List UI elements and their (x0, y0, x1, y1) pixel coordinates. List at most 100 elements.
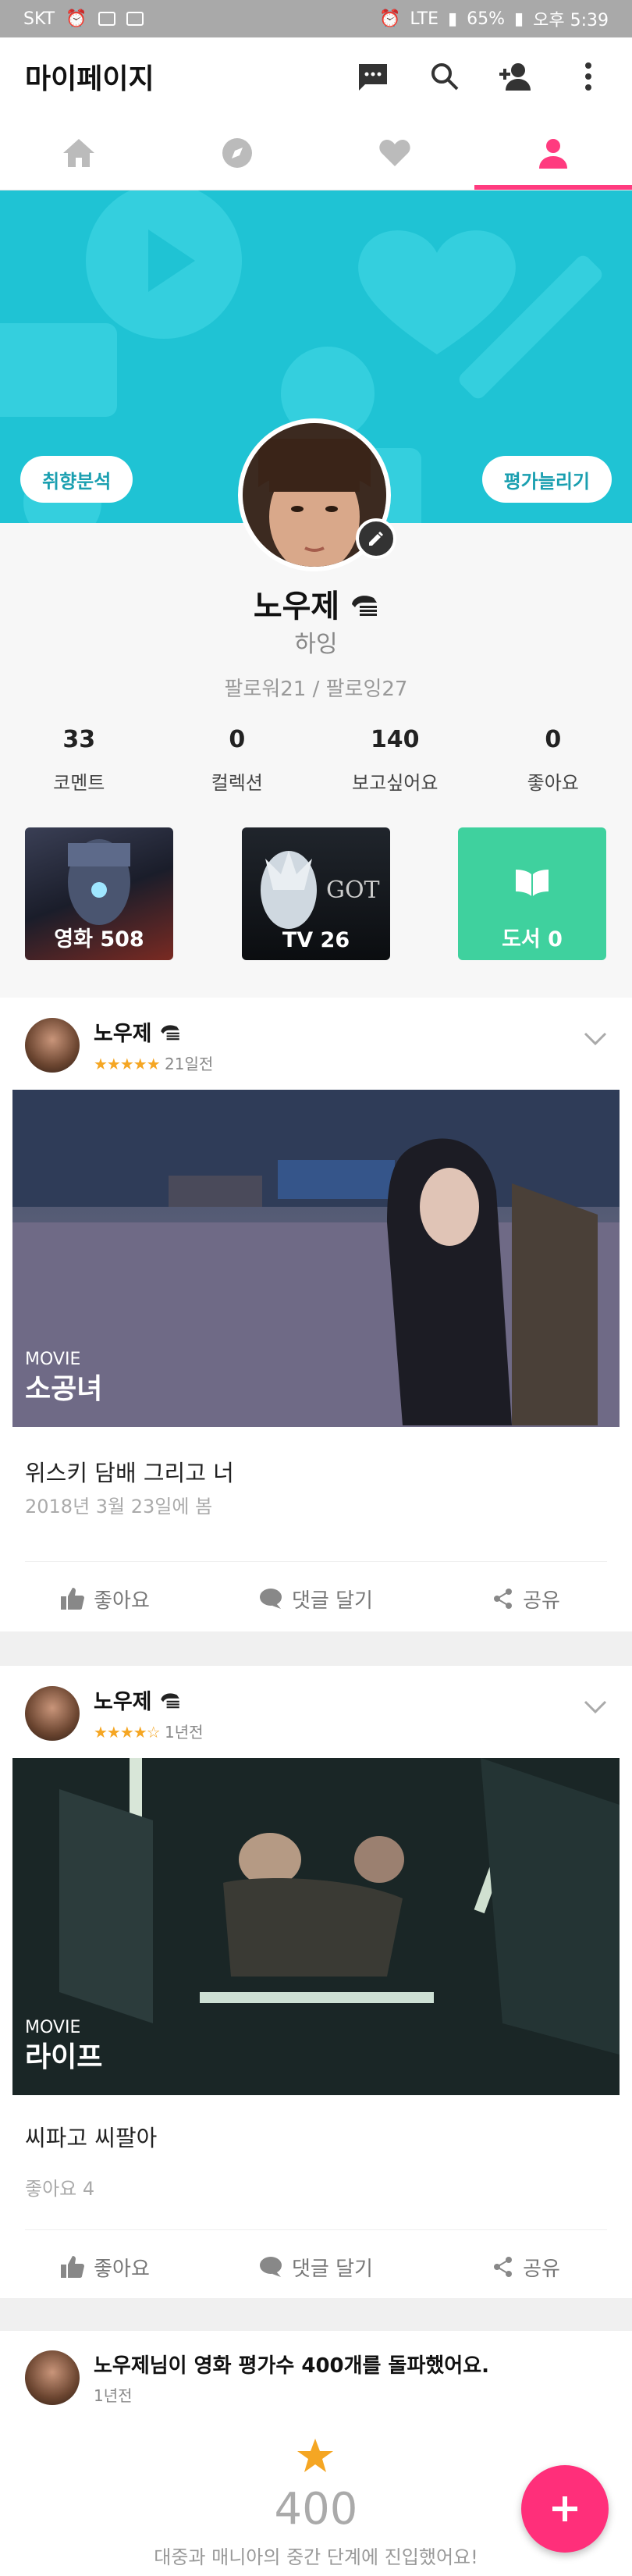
like-button[interactable]: 좋아요 (0, 1585, 211, 1614)
card-header: 노우제 ★★★★☆ 1년전 (25, 1685, 204, 1742)
profile-bio: 하잉 (294, 631, 338, 658)
movie-tile[interactable]: 영화 508 (25, 827, 173, 960)
card-actions: 좋아요 댓글 달기 공유 (0, 1567, 632, 1630)
carrier-label: SKT (23, 9, 55, 29)
pencil-icon (369, 532, 383, 546)
chat-icon[interactable] (354, 58, 392, 95)
stat-number: 0 (229, 726, 246, 753)
user-name[interactable]: 노우제 (94, 1022, 152, 1046)
like-count[interactable]: 좋아요 4 (25, 2173, 94, 2201)
battery-label: 65% (467, 9, 505, 29)
star-icon (297, 2439, 333, 2472)
post-time: 1년전 (94, 2386, 133, 2405)
watched-date: 2018년 3월 23일에 봄 (25, 1496, 213, 1517)
user-name[interactable]: 노우제 (94, 1690, 152, 1714)
stat-label: 좋아요 (527, 772, 579, 794)
alarm-icon: ⏰ (379, 9, 401, 29)
comment-text: 씨파고 씨팔아 (25, 2125, 158, 2151)
movie-tile-label: 영화 508 (54, 927, 144, 952)
share-button[interactable]: 공유 (421, 1585, 632, 1614)
chevron-down-icon[interactable] (584, 1032, 607, 1046)
time-label: 오후 5:39 (533, 11, 609, 30)
thumbs-up-icon (61, 1588, 85, 1610)
tab-bar (0, 116, 632, 190)
edit-profile-button[interactable] (356, 518, 396, 559)
add-button[interactable] (521, 2465, 609, 2553)
stat-collections[interactable]: 0 컬렉션 (158, 726, 317, 795)
card-header: 노우제 ★★★★★ 21일전 (25, 1016, 213, 1074)
share-icon (494, 2257, 513, 2277)
badge-icon (161, 1693, 179, 1709)
post-time: 1년전 (165, 1723, 204, 1742)
book-tile[interactable]: 도서 0 (458, 827, 606, 960)
activity-card-1: 노우제 ★★★★★ 21일전 MOVIE 소공녀 위스키 담배 그리고 너 20… (0, 998, 632, 1631)
add-friend-icon[interactable] (498, 58, 535, 95)
stat-likes[interactable]: 0 좋아요 (474, 726, 632, 795)
movie-still[interactable]: MOVIE 라이프 (12, 1758, 620, 2095)
tab-home[interactable] (0, 116, 158, 190)
follow-counts[interactable]: 팔로워21 / 팔로잉27 (0, 673, 632, 702)
add-ratings-button[interactable]: 평가늘리기 (481, 456, 612, 503)
badge-icon (352, 596, 378, 616)
media-title: 소공녀 (25, 1373, 103, 1405)
stat-number: 0 (545, 726, 562, 753)
milestone-text: 노우제님이 영화 평가수 400개를 돌파했어요. (94, 2354, 489, 2378)
movie-still-art (12, 1758, 620, 2095)
comment-label: 댓글 달기 (292, 1589, 373, 1613)
comment-button[interactable]: 댓글 달기 (211, 2253, 421, 2282)
comment-text: 위스키 담배 그리고 너 (25, 1460, 234, 1486)
profile-name-row: 노우제 (0, 581, 632, 626)
search-icon[interactable] (426, 58, 463, 95)
battery-icon: ▮ (514, 9, 524, 29)
share-label: 공유 (523, 1589, 560, 1613)
status-bar: SKT ⏰ ⏰ LTE ▮ 65% ▮ 오후 5:39 (0, 0, 632, 37)
avatar[interactable] (25, 1686, 80, 1741)
avatar[interactable] (25, 1018, 80, 1073)
divider (25, 2229, 607, 2230)
tv-poster-logo: GOT (326, 877, 380, 904)
home-icon (63, 138, 95, 167)
comment-label: 댓글 달기 (292, 2257, 373, 2281)
network-label: LTE (410, 9, 438, 29)
message-icon (126, 12, 144, 26)
stat-wishlist[interactable]: 140 보고싶어요 (316, 726, 474, 795)
stat-comments[interactable]: 33 코멘트 (0, 726, 158, 795)
activity-card-2: 노우제 ★★★★☆ 1년전 MOVIE 라이프 씨파고 씨팔아 좋아요 4 좋아… (0, 1666, 632, 2298)
comment-button[interactable]: 댓글 달기 (211, 1585, 421, 1614)
movie-still[interactable]: MOVIE 소공녀 (12, 1090, 620, 1427)
speech-bubble-icon (260, 1589, 282, 1609)
card-header: 노우제님이 영화 평가수 400개를 돌파했어요. 1년전 (25, 2350, 489, 2406)
taste-analysis-button[interactable]: 취향분석 (20, 456, 133, 503)
tv-tile[interactable]: GOT TV 26 (242, 827, 390, 960)
card-actions: 좋아요 댓글 달기 공유 (0, 2236, 632, 2298)
movie-still-art (12, 1090, 620, 1427)
share-button[interactable]: 공유 (421, 2253, 632, 2282)
signal-icon: ▮ (447, 9, 458, 29)
more-icon[interactable] (570, 58, 607, 95)
like-label: 좋아요 (94, 1589, 150, 1613)
speech-bubble-icon (260, 2257, 282, 2277)
thumbs-up-icon (61, 2256, 85, 2278)
rating-stars: ★★★★★ (94, 1055, 161, 1073)
plus-icon (552, 2496, 577, 2521)
chevron-down-icon[interactable] (584, 1700, 607, 1714)
page-title: 마이페이지 (25, 63, 154, 95)
share-icon (494, 1589, 513, 1609)
tab-profile[interactable] (474, 116, 632, 190)
gallery-icon (98, 12, 115, 26)
tab-explore[interactable] (158, 116, 317, 190)
media-title: 라이프 (25, 2041, 103, 2073)
app-bar: 마이페이지 (0, 37, 632, 116)
badge-icon (161, 1025, 179, 1041)
compass-icon (222, 137, 252, 168)
tab-likes[interactable] (316, 116, 474, 190)
milestone-caption: 대중과 매니아의 중간 단계에 진입했어요! (154, 2546, 478, 2568)
avatar[interactable] (25, 2350, 80, 2405)
tv-tile-label: TV 26 (282, 928, 350, 952)
stat-number: 33 (62, 726, 96, 753)
profile-name: 노우제 (253, 589, 340, 624)
book-tile-label: 도서 0 (502, 927, 563, 952)
share-label: 공유 (523, 2257, 560, 2281)
stat-label: 컬렉션 (211, 772, 263, 794)
like-button[interactable]: 좋아요 (0, 2253, 211, 2282)
